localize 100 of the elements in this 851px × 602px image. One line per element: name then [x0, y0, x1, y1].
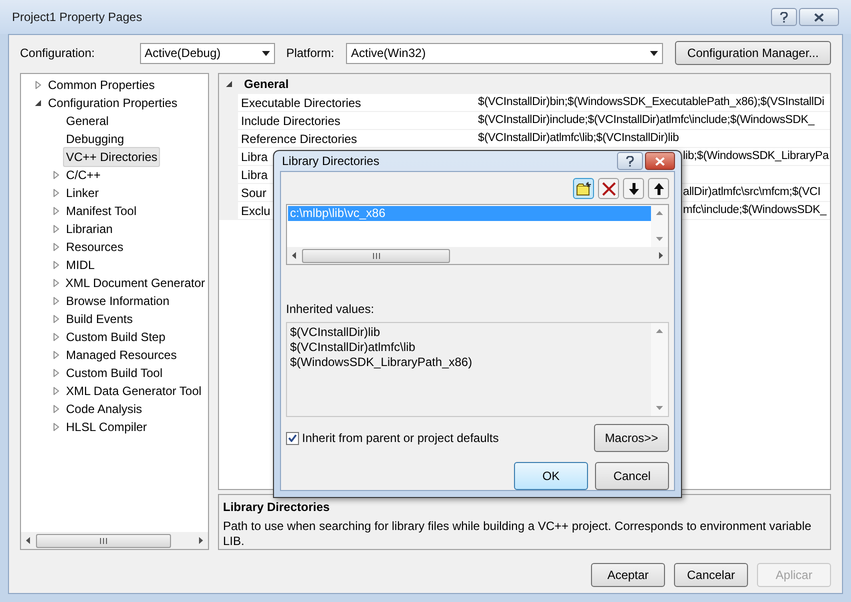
dialog-button[interactable]: Cancel — [595, 462, 669, 490]
tree-item[interactable]: Manifest Tool — [63, 201, 140, 221]
property-name[interactable]: Include Directories — [241, 112, 340, 130]
vertical-scrollbar[interactable] — [651, 323, 668, 416]
tree-item[interactable]: Build Events — [63, 309, 136, 329]
tree-item[interactable]: XML Data Generator Tool — [63, 381, 204, 401]
property-name[interactable]: Exclu — [241, 202, 270, 220]
move-up-button[interactable] — [648, 178, 669, 199]
tree-item[interactable]: MIDL — [63, 255, 98, 275]
collapsed-arrow-icon[interactable] — [52, 333, 60, 341]
collapsed-arrow-icon[interactable] — [52, 297, 60, 305]
tree-item[interactable]: General — [63, 111, 112, 131]
collapsed-arrow-icon[interactable] — [52, 405, 60, 413]
new-line-button[interactable] — [573, 178, 594, 199]
move-down-button[interactable] — [623, 178, 644, 199]
down-arrow-icon — [628, 182, 638, 194]
dialog-title: Library Directories — [282, 153, 380, 170]
tree-item[interactable]: Custom Build Step — [63, 327, 168, 347]
checkbox-label[interactable]: Inherit from parent or project defaults — [302, 429, 499, 447]
scroll-up-icon — [656, 329, 663, 333]
property-value: $(VCInstallDir)include;$(VCInstallDir)atlmfc\include;$(WindowsSDK_ — [478, 112, 814, 128]
checkbox[interactable] — [286, 432, 299, 444]
tree-item[interactable]: VC++ Directories — [63, 147, 160, 167]
property-name[interactable]: Reference Directories — [241, 130, 358, 148]
tree-item[interactable]: Code Analysis — [63, 399, 146, 419]
property-value: lib;$(WindowsSDK_LibraryPa — [683, 148, 829, 164]
property-name[interactable]: Libra — [241, 148, 268, 166]
tree-item[interactable]: Custom Build Tool — [63, 363, 166, 383]
collapsed-arrow-icon[interactable] — [52, 225, 60, 233]
scroll-thumb[interactable] — [36, 534, 171, 548]
help-button[interactable] — [617, 152, 643, 170]
tree-item[interactable]: Managed Resources — [63, 345, 180, 365]
collapsed-arrow-icon[interactable] — [52, 171, 60, 179]
tree-item[interactable]: HLSL Compiler — [63, 417, 150, 437]
tree-item[interactable]: Configuration Properties — [45, 93, 180, 113]
tree-item[interactable]: Debugging — [63, 129, 128, 149]
help-button[interactable] — [771, 8, 797, 26]
new-folder-icon — [576, 182, 592, 196]
scroll-thumb[interactable] — [302, 248, 450, 262]
dialog-button[interactable]: Aceptar — [591, 563, 665, 587]
close-icon — [655, 156, 665, 166]
field-label: Configuration: — [20, 45, 96, 62]
property-name[interactable]: Executable Directories — [241, 94, 362, 112]
scroll-left-icon — [292, 252, 296, 259]
scroll-down-icon — [656, 406, 663, 410]
scroll-right-icon — [199, 537, 203, 544]
delete-button[interactable] — [598, 178, 619, 199]
grip-icon — [100, 538, 107, 544]
property-name[interactable]: Libra — [241, 166, 268, 184]
field-label: Platform: — [286, 45, 336, 62]
collapsed-arrow-icon[interactable] — [52, 207, 60, 215]
question-icon — [626, 156, 634, 166]
window-title: Project1 Property Pages — [12, 9, 142, 26]
inherited-value: $(WindowsSDK_LibraryPath_x86) — [290, 355, 474, 370]
property-value: $(VCInstallDir)atlmfc\lib;$(VCInstallDir)lib — [478, 130, 679, 146]
description-text: Path to use when searching for library files while building a VC++ project. Corresponds to environment variable LIB. — [223, 519, 812, 549]
close-icon — [814, 12, 824, 22]
collapsed-arrow-icon[interactable] — [52, 243, 60, 251]
collapsed-arrow-icon[interactable] — [52, 369, 60, 377]
tree-item[interactable]: Linker — [63, 183, 102, 203]
macros-button[interactable]: Macros>> — [594, 424, 669, 452]
close-button[interactable] — [645, 152, 675, 170]
horizontal-scrollbar[interactable] — [21, 532, 208, 549]
delete-icon — [602, 182, 616, 196]
property-name[interactable]: Sour — [241, 184, 266, 202]
tree-item[interactable]: C/C++ — [63, 165, 104, 185]
collapsed-arrow-icon[interactable] — [52, 261, 60, 269]
horizontal-scrollbar[interactable] — [287, 247, 668, 264]
vertical-scrollbar[interactable] — [651, 205, 668, 247]
dropdown-arrow-icon — [262, 50, 270, 56]
category-header[interactable]: General — [239, 75, 289, 93]
scroll-left-icon — [26, 537, 30, 544]
dialog-button[interactable]: OK — [514, 462, 588, 490]
configuration-manager-button[interactable]: Configuration Manager... — [675, 41, 831, 65]
platform-dropdown[interactable]: Active(Win32) — [346, 42, 663, 64]
question-icon — [780, 12, 788, 22]
property-value: allDir)atlmfc\src\mfcm;$(VCI — [683, 184, 821, 200]
collapsed-arrow-icon[interactable] — [52, 351, 60, 359]
tree-item[interactable]: Browse Information — [63, 291, 172, 311]
property-value: $(VCInstallDir)bin;$(WindowsSDK_ExecutablePath_x86);$(VSInstallDi — [478, 94, 824, 110]
tree-item[interactable]: Common Properties — [45, 75, 158, 95]
tree-item[interactable]: Resources — [63, 237, 126, 257]
grip-icon — [372, 252, 380, 258]
scroll-right-icon — [659, 252, 663, 259]
tree-item[interactable]: Librarian — [63, 219, 116, 239]
dialog-button[interactable]: Cancelar — [674, 563, 748, 587]
collapsed-arrow-icon[interactable] — [52, 423, 60, 431]
collapsed-arrow-icon[interactable] — [52, 279, 60, 287]
collapsed-arrow-icon[interactable] — [52, 315, 60, 323]
expanded-arrow-icon[interactable] — [225, 80, 233, 88]
collapsed-arrow-icon[interactable] — [52, 387, 60, 395]
configuration-dropdown[interactable]: Active(Debug) — [140, 42, 276, 64]
inherited-value: $(VCInstallDir)lib — [290, 325, 382, 340]
collapsed-arrow-icon[interactable] — [52, 189, 60, 197]
inherited-values-label: Inherited values: — [286, 301, 376, 318]
scroll-down-icon — [656, 237, 663, 241]
tree-item[interactable]: XML Document Generator — [62, 273, 208, 293]
close-button[interactable] — [799, 8, 839, 26]
collapsed-arrow-icon[interactable] — [34, 81, 42, 89]
expanded-arrow-icon[interactable] — [34, 99, 42, 107]
